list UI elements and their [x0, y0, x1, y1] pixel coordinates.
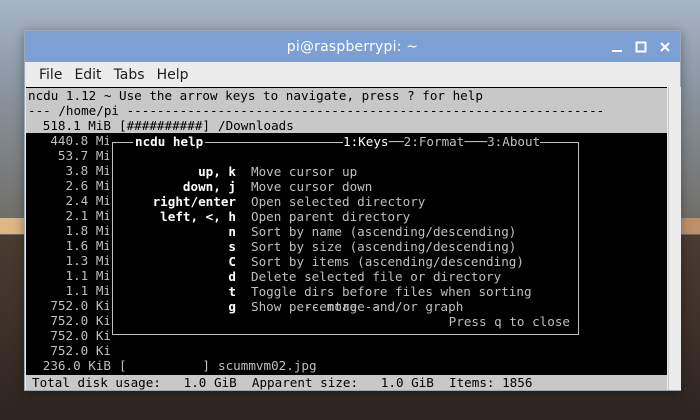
- key-description: Toggle dirs before files when sorting: [251, 284, 532, 299]
- keybinding-row: up, k Move cursor up: [109, 164, 582, 179]
- close-hint: Press q to close: [448, 314, 570, 329]
- help-tabs: 1:Keys──2:Format───3:About: [343, 134, 541, 149]
- item-size: 1.8 Mi: [65, 223, 112, 238]
- key-description: Sort by size (ascending/descending): [251, 239, 517, 254]
- key-label: t: [228, 284, 236, 299]
- help-title: ncdu help: [133, 134, 206, 149]
- item-size: 1.6 Mi: [65, 238, 112, 253]
- item-bar: [##########]: [119, 118, 210, 133]
- key-description: Open selected directory: [251, 194, 426, 209]
- item-size: 752.0 Ki: [50, 298, 111, 313]
- list-item[interactable]: 236.0 KiB [ ] scummvm02.jpg: [26, 358, 667, 373]
- list-item[interactable]: 752.0 Ki: [26, 343, 667, 358]
- ncdu-header: ncdu 1.12 ~ Use the arrow keys to naviga…: [26, 88, 667, 103]
- key-label: C: [228, 254, 236, 269]
- keybinding-row: n Sort by name (ascending/descending): [109, 224, 582, 239]
- terminal-window: pi@raspberrypi: ~ File Edit Tabs Help nc…: [24, 30, 681, 391]
- minimize-icon[interactable]: [610, 40, 624, 54]
- item-bar: [ ]: [119, 358, 210, 373]
- item-size: 1.3 Mi: [65, 253, 112, 268]
- item-name: scummvm02.jpg: [218, 358, 317, 373]
- key-description: Open parent directory: [251, 209, 411, 224]
- keybinding-row: down, j Move cursor down: [109, 179, 582, 194]
- titlebar[interactable]: pi@raspberrypi: ~: [25, 31, 680, 62]
- key-label: down, j: [182, 179, 236, 194]
- maximize-icon[interactable]: [634, 40, 648, 54]
- item-size: 2.4 Mi: [65, 193, 112, 208]
- key-label: n: [228, 224, 236, 239]
- keybinding-row: left, <, h Open parent directory: [109, 209, 582, 224]
- key-description: Sort by items (ascending/descending): [251, 254, 524, 269]
- item-size: 2.1 Mi: [65, 208, 112, 223]
- item-size: 236.0 KiB: [42, 358, 111, 373]
- key-description: Sort by name (ascending/descending): [251, 224, 517, 239]
- key-label: s: [228, 239, 236, 254]
- keybinding-row: s Sort by size (ascending/descending): [109, 239, 582, 254]
- terminal-scrollbar[interactable]: [668, 87, 681, 390]
- list-item[interactable]: 518.1 MiB [##########] /Downloads: [26, 118, 667, 133]
- close-icon[interactable]: [658, 40, 672, 54]
- item-size: 1.1 Mi: [65, 268, 112, 283]
- key-label: left, <, h: [160, 209, 236, 224]
- menu-file[interactable]: File: [33, 67, 68, 83]
- menu-bar: File Edit Tabs Help: [25, 62, 680, 87]
- current-path: --- /home/pi ---------------------------…: [26, 103, 667, 118]
- window-controls: [610, 31, 672, 62]
- item-size: 518.1 MiB: [42, 118, 111, 133]
- keybinding-row: d Delete selected file or directory: [109, 269, 582, 284]
- keybinding-row: C Sort by items (ascending/descending): [109, 254, 582, 269]
- key-description: Delete selected file or directory: [251, 269, 502, 284]
- item-size: 752.0 Ki: [50, 328, 111, 343]
- item-size: 752.0 Ki: [50, 343, 111, 358]
- key-label: g: [228, 299, 236, 314]
- status-bar: Total disk usage: 1.0 GiB Apparent size:…: [26, 375, 667, 390]
- key-label: d: [228, 269, 236, 284]
- key-description: Move cursor down: [251, 179, 373, 194]
- tab-keys[interactable]: 1:Keys: [343, 134, 389, 149]
- item-size: 53.7 Mi: [57, 148, 111, 163]
- keybinding-row: right/enter Open selected directory: [109, 194, 582, 209]
- key-label: right/enter: [152, 194, 236, 209]
- item-size: 440.8 Mi: [50, 133, 111, 148]
- terminal-screen[interactable]: ncdu 1.12 ~ Use the arrow keys to naviga…: [26, 87, 667, 390]
- keybinding-row: t Toggle dirs before files when sorting: [109, 284, 582, 299]
- key-label: up, k: [198, 164, 236, 179]
- item-size: 2.6 Mi: [65, 178, 112, 193]
- tab-format[interactable]: 2:Format: [404, 134, 465, 149]
- help-dialog: ncdu help 1:Keys──2:Format───3:About up,…: [109, 134, 582, 338]
- menu-help[interactable]: Help: [151, 67, 195, 83]
- tab-about[interactable]: 3:About: [487, 134, 540, 149]
- window-title: pi@raspberrypi: ~: [286, 38, 419, 55]
- item-name: /Downloads: [218, 118, 294, 133]
- menu-tabs[interactable]: Tabs: [108, 67, 151, 83]
- key-description: Move cursor up: [251, 164, 358, 179]
- item-size: 1.1 Mi: [65, 283, 112, 298]
- item-size: 3.8 Mi: [65, 163, 112, 178]
- menu-edit[interactable]: Edit: [68, 67, 107, 83]
- more-indicator: -- more --: [304, 299, 380, 314]
- item-size: 752.0 Ki: [50, 313, 111, 328]
